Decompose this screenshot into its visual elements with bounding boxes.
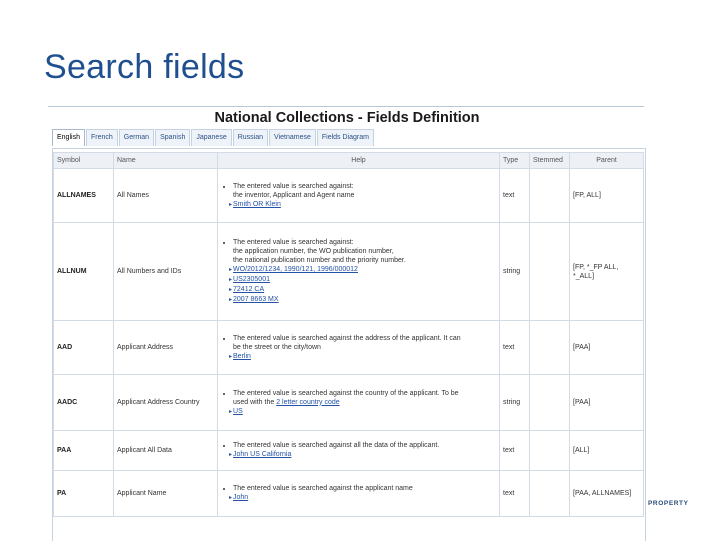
example-link[interactable]: 2007 8663 MX: [233, 296, 279, 303]
logo-watermark: PROPERTY: [648, 500, 689, 507]
example-link[interactable]: US: [233, 408, 243, 415]
row-type: string: [499, 374, 530, 431]
row-stemmed: [529, 320, 570, 375]
column-header-symbol[interactable]: Symbol: [53, 152, 114, 169]
row-stemmed: [529, 374, 570, 431]
column-header-name[interactable]: Name: [113, 152, 218, 169]
table-header-row: Symbol Name Help Type Stemmed Parent: [53, 152, 644, 169]
example-link[interactable]: 72412 CA: [233, 286, 264, 293]
help-text: The entered value is searched against th…: [233, 389, 459, 397]
row-stemmed: [529, 168, 570, 223]
fields-definition-screenshot: National Collections - Fields Definition…: [48, 108, 646, 541]
table-row: ALLNUM All Numbers and IDs The entered v…: [53, 222, 644, 321]
row-stemmed: [529, 430, 570, 471]
tab-english[interactable]: English: [52, 129, 85, 146]
help-text: The entered value is searched against th…: [233, 334, 461, 342]
row-stemmed: [529, 222, 570, 321]
row-parent: [PAA]: [569, 374, 644, 431]
help-text: the inventor, Applicant and Agent name: [233, 191, 355, 199]
row-symbol: ALLNUM: [53, 222, 114, 321]
row-type: text: [499, 430, 530, 471]
help-text: the application number, the WO publicati…: [233, 248, 394, 255]
row-type: text: [499, 470, 530, 517]
row-type: text: [499, 320, 530, 375]
column-header-help[interactable]: Help: [217, 152, 500, 169]
row-help: The entered value is searched against:th…: [217, 168, 500, 223]
tab-russian[interactable]: Russian: [232, 129, 269, 146]
row-help: The entered value is searched against: th…: [217, 222, 500, 321]
tab-german[interactable]: German: [118, 129, 155, 146]
page-title: National Collections - Fields Definition: [214, 110, 480, 126]
table-row: PA Applicant Name The entered value is s…: [53, 470, 644, 517]
row-symbol: PA: [53, 470, 114, 517]
row-name: Applicant Address: [113, 320, 218, 375]
column-header-stemmed[interactable]: Stemmed: [529, 152, 570, 169]
help-text: The entered value is searched against:: [233, 239, 354, 246]
row-parent: [PAA, ALLNAMES]: [569, 470, 644, 517]
table-row: AADC Applicant Address Country The enter…: [53, 374, 644, 431]
column-header-parent[interactable]: Parent: [569, 152, 644, 169]
help-text: The entered value is searched against:: [233, 182, 354, 190]
fields-table-frame: Symbol Name Help Type Stemmed Parent ALL…: [52, 148, 646, 541]
fields-table: Symbol Name Help Type Stemmed Parent ALL…: [53, 152, 644, 517]
tab-japanese[interactable]: Japanese: [191, 129, 232, 146]
table-row: PAA Applicant All Data The entered value…: [53, 430, 644, 471]
help-text: the national publication number and the …: [233, 257, 406, 264]
example-link[interactable]: John: [233, 494, 248, 501]
example-link[interactable]: US2305001: [233, 276, 270, 283]
slide-title: Search fields: [44, 48, 245, 86]
example-link[interactable]: Smith OR Klein: [233, 201, 281, 208]
row-help: The entered value is searched against th…: [217, 320, 500, 375]
tab-fields-diagram[interactable]: Fields Diagram: [316, 129, 374, 146]
row-help: The entered value is searched against th…: [217, 374, 500, 431]
row-name: Applicant Name: [113, 470, 218, 517]
title-divider: [48, 106, 644, 107]
help-text: The entered value is searched against al…: [233, 442, 440, 449]
tab-french[interactable]: French: [85, 129, 118, 146]
row-parent: [FP, *_FP ALL, *_ALL]: [569, 222, 644, 321]
table-row: ALLNAMES All Names The entered value is …: [53, 168, 644, 223]
row-type: text: [499, 168, 530, 223]
row-name: All Numbers and IDs: [113, 222, 218, 321]
row-symbol: AADC: [53, 374, 114, 431]
table-row: AAD Applicant Address The entered value …: [53, 320, 644, 375]
row-help: The entered value is searched against al…: [217, 430, 500, 471]
row-parent: [ALL]: [569, 430, 644, 471]
row-symbol: PAA: [53, 430, 114, 471]
row-name: Applicant Address Country: [113, 374, 218, 431]
row-name: Applicant All Data: [113, 430, 218, 471]
country-code-link[interactable]: 2 letter country code: [276, 399, 339, 406]
row-type: string: [499, 222, 530, 321]
row-symbol: AAD: [53, 320, 114, 375]
row-parent: [PAA]: [569, 320, 644, 375]
help-text: The entered value is searched against th…: [233, 485, 413, 492]
row-stemmed: [529, 470, 570, 517]
tab-vietnamese[interactable]: Vietnamese: [269, 129, 316, 146]
row-name: All Names: [113, 168, 218, 223]
example-link[interactable]: John US California: [233, 451, 291, 458]
tab-spanish[interactable]: Spanish: [155, 129, 191, 146]
column-header-type[interactable]: Type: [499, 152, 530, 169]
example-link[interactable]: Berlin: [233, 353, 251, 360]
language-tabs: English French German Spanish Japanese R…: [52, 129, 375, 146]
row-parent: [FP, ALL]: [569, 168, 644, 223]
help-text: be the street or the city/town: [233, 343, 321, 351]
row-help: The entered value is searched against th…: [217, 470, 500, 517]
row-symbol: ALLNAMES: [53, 168, 114, 223]
example-link[interactable]: WO/2012/1234, 1990/121, 1996/000012: [233, 266, 358, 273]
help-text: used with the: [233, 398, 277, 406]
